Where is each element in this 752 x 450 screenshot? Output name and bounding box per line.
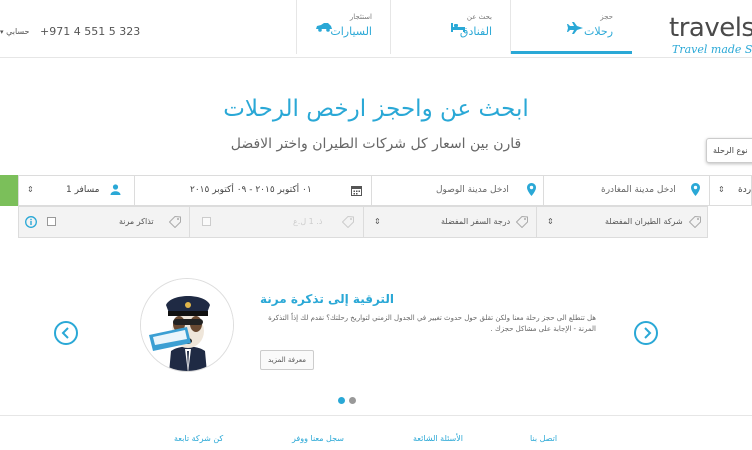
footer-link-faq[interactable]: الأسئلة الشائعة <box>413 434 463 443</box>
trip-type-select[interactable]: ⇕ ردة <box>709 176 752 205</box>
search-button[interactable] <box>0 175 18 206</box>
tab-cars[interactable]: استئجار السيارات <box>296 0 390 54</box>
top-header: ▾ حسابي +971 4 551 5 323 استئجار السيارا… <box>0 0 752 58</box>
phone-number: +971 4 551 5 323 <box>40 25 141 38</box>
search-filters: تذاكر مرنة ذ. 1 ل.ع ⇕ درجة السفر المفضلة… <box>18 206 708 238</box>
departure-placeholder: ادخل مدينة المغادرة <box>601 185 676 195</box>
account-menu[interactable]: ▾ حسابي <box>0 27 29 36</box>
carousel-dot[interactable] <box>349 397 356 404</box>
tab-flights-caption: حجز <box>600 13 613 21</box>
tag-icon <box>169 216 181 228</box>
active-tab-indicator <box>511 51 632 54</box>
account-label: حسابي <box>6 27 30 36</box>
page-subtitle: قارن بين اسعار كل شركات الطيران واختر ال… <box>230 136 522 152</box>
bed-icon <box>451 23 465 32</box>
brand-tagline: Travel made S <box>672 43 752 56</box>
disabled-checkbox <box>202 217 211 226</box>
flexible-tickets-label: تذاكر مرنة <box>119 217 154 226</box>
tab-flights-label: رحلات <box>583 25 613 38</box>
flexible-tickets-filter[interactable]: تذاكر مرنة <box>19 207 189 237</box>
user-icon <box>110 184 121 195</box>
chevron-left-icon <box>61 327 69 339</box>
sort-icon: ⇕ <box>374 217 381 226</box>
calendar-icon <box>351 186 362 196</box>
preferred-airline-label: شركة الطيران المفضلة <box>605 217 683 226</box>
footer: اتصل بنا الأسئلة الشائعة سجل معنا ووفر ك… <box>0 415 752 450</box>
tab-cars-label: السيارات <box>330 25 372 38</box>
tag-icon <box>342 216 354 228</box>
chevron-down-icon: ▾ <box>0 28 4 36</box>
location-pin-icon <box>691 183 700 196</box>
departure-city-input[interactable]: ادخل مدينة المغادرة <box>543 176 709 205</box>
passengers-select[interactable]: ⇕ 1 مسافر <box>19 176 134 205</box>
tag-icon <box>516 216 528 228</box>
trip-type-tooltip: نوع الرحلة <box>706 138 752 163</box>
car-icon <box>316 23 332 32</box>
travel-class-label: درجة السفر المفضلة <box>441 217 511 226</box>
carousel-prev-button[interactable] <box>54 321 78 345</box>
location-pin-icon <box>527 183 536 196</box>
sort-icon: ⇕ <box>547 217 554 226</box>
sort-icon: ⇕ <box>718 185 725 194</box>
tab-hotels-caption: بحث عن <box>466 13 492 21</box>
arrival-placeholder: ادخل مدينة الوصول <box>436 185 509 195</box>
airplane-icon <box>567 22 583 34</box>
dates-value: ٠١ أكتوبر ٢٠١٥ - ٠٩ أكتوبر ٢٠١٥ <box>190 185 312 195</box>
trip-type-value: ردة <box>738 185 752 195</box>
learn-more-button[interactable]: معرفة المزيد <box>260 350 314 370</box>
carousel-next-button[interactable] <box>634 321 658 345</box>
chevron-right-icon <box>644 327 652 339</box>
brand-logo[interactable]: travelst <box>669 13 752 43</box>
pilot-dog-image <box>140 278 234 372</box>
tab-cars-caption: استئجار <box>349 13 372 21</box>
footer-link-register[interactable]: سجل معنا ووفر <box>292 434 344 443</box>
promo-description: هل تتطلع الى حجز رحلة معنا ولكن تقلق حول… <box>268 314 596 333</box>
footer-link-affiliate[interactable]: كن شركة تابعة <box>174 434 223 443</box>
passengers-value: 1 مسافر <box>66 185 100 195</box>
tab-hotels[interactable]: بحث عن الفنادق <box>390 0 510 54</box>
tag-icon <box>689 216 701 228</box>
dates-field[interactable]: ٠١ أكتوبر ٢٠١٥ - ٠٩ أكتوبر ٢٠١٥ <box>134 176 371 205</box>
disabled-filter-label: ذ. 1 ل.ع <box>293 217 323 226</box>
carousel-dot-active[interactable] <box>338 397 345 404</box>
preferred-airline-select[interactable]: ⇕ شركة الطيران المفضلة <box>536 207 709 237</box>
tab-flights[interactable]: حجز رحلات <box>510 0 632 54</box>
info-icon[interactable] <box>25 216 37 228</box>
footer-link-contact[interactable]: اتصل بنا <box>530 434 557 443</box>
page-title: ابحث عن واحجز ارخص الرحلات <box>223 96 529 122</box>
promo-title: الترقية إلى تذكرة مرنة <box>260 292 394 306</box>
flight-search-bar: ⇕ 1 مسافر ٠١ أكتوبر ٢٠١٥ - ٠٩ أكتوبر ٢٠١… <box>18 175 752 206</box>
disabled-filter: ذ. 1 ل.ع <box>189 207 363 237</box>
travel-class-select[interactable]: ⇕ درجة السفر المفضلة <box>363 207 536 237</box>
arrival-city-input[interactable]: ادخل مدينة الوصول <box>371 176 543 205</box>
sort-icon: ⇕ <box>27 185 34 194</box>
flexible-tickets-checkbox[interactable] <box>47 217 56 226</box>
